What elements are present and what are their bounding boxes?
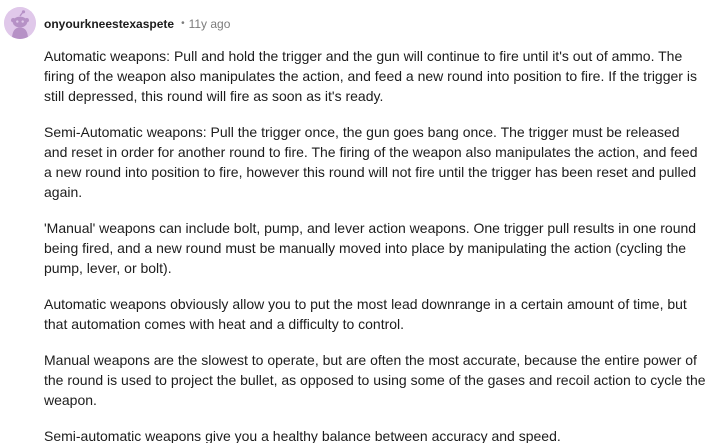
comment-paragraph: Semi-Automatic weapons: Pull the trigger… [44,124,698,200]
comment-timestamp[interactable]: 11y ago [189,16,231,32]
comment: onyourkneestexaspete • 11y ago Automatic… [0,0,710,443]
comment-meta: onyourkneestexaspete • 11y ago [44,16,230,32]
meta-separator: • [181,18,185,29]
username-link[interactable]: onyourkneestexaspete [44,16,174,32]
snoo-avatar-icon [4,7,36,39]
comment-paragraph: Manual weapons are the slowest to operat… [44,352,706,408]
comment-paragraph: Automatic weapons: Pull and hold the tri… [44,48,697,104]
comment-paragraph: Semi-automatic weapons give you a health… [44,428,561,443]
comment-paragraph: Automatic weapons obviously allow you to… [44,296,687,332]
comment-paragraph: 'Manual' weapons can include bolt, pump,… [44,220,697,276]
user-avatar[interactable] [4,7,36,39]
comment-body: Automatic weapons: Pull and hold the tri… [44,46,706,443]
